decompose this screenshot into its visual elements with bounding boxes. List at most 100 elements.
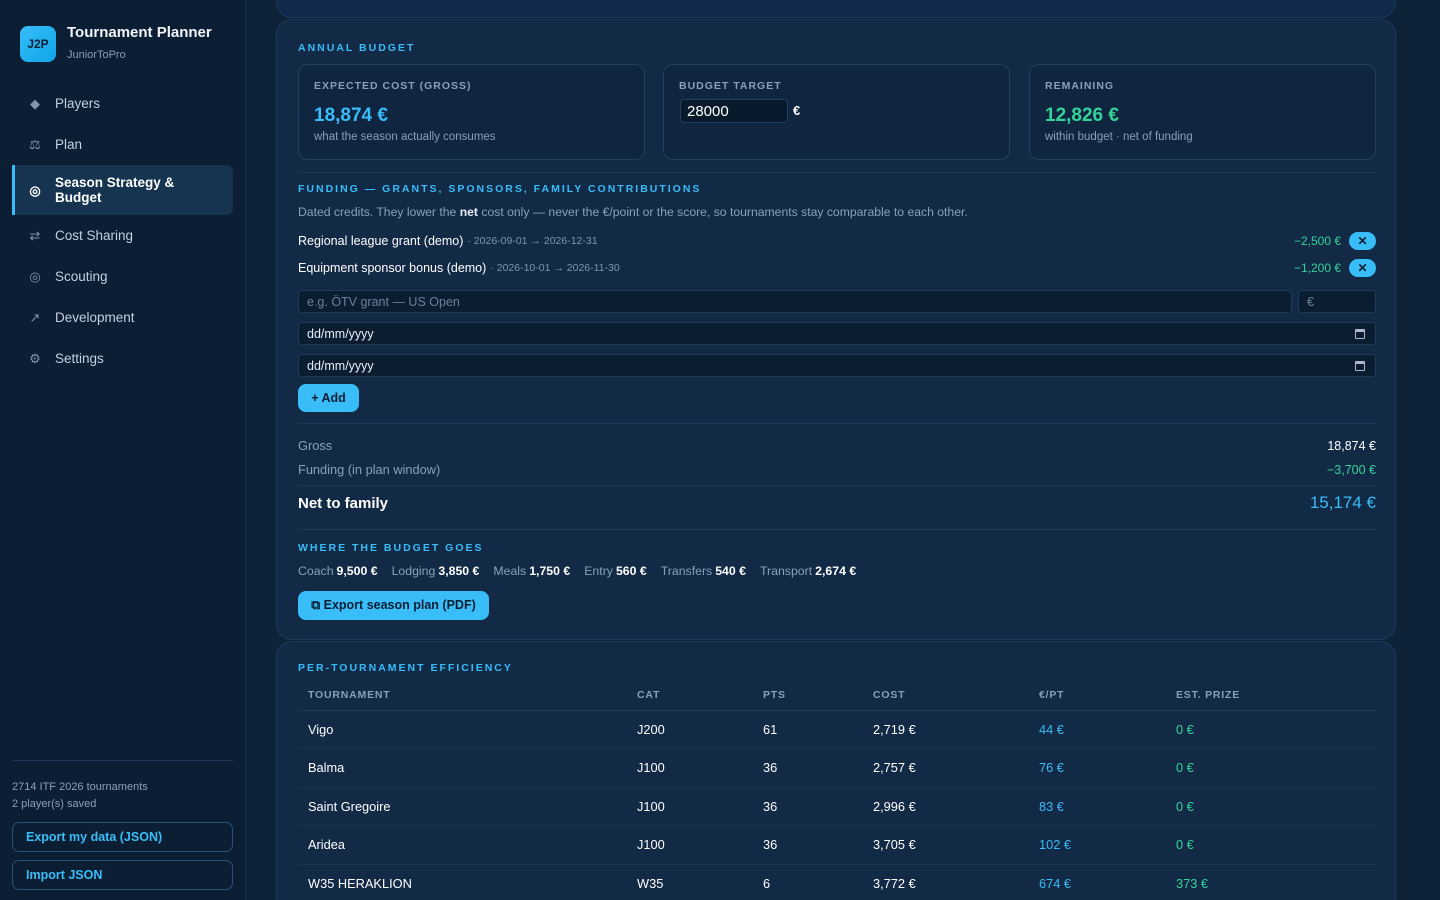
funding-start-date[interactable]: dd/mm/yyyy bbox=[298, 322, 1376, 345]
sidebar: J2P Tournament Planner JuniorToPro ◆ Pla… bbox=[0, 0, 246, 900]
add-funding-button[interactable]: + Add bbox=[298, 384, 359, 412]
funding-item: Equipment sponsor bonus (demo) · 2026-10… bbox=[298, 258, 1376, 278]
funding-dates: · 2026-10-01 → 2026-11-30 bbox=[490, 262, 620, 274]
budget-breakdown: Coach 9,500 € Lodging 3,850 € Meals 1,750 €… bbox=[298, 564, 870, 578]
stat-note: within budget · net of funding bbox=[1045, 131, 1193, 143]
cell-pts: 61 bbox=[753, 710, 863, 749]
funding-amount: −1,200 € bbox=[1293, 261, 1341, 275]
sidebar-item-players[interactable]: ◆ Players bbox=[12, 83, 233, 124]
net-value: 15,174 € bbox=[1309, 493, 1376, 512]
app-subtitle: JuniorToPro bbox=[67, 49, 126, 61]
export-json-button[interactable]: Export my data (JSON) bbox=[12, 822, 233, 852]
import-json-button[interactable]: Import JSON bbox=[12, 860, 233, 890]
net-label: Net to family bbox=[298, 494, 389, 512]
table-row[interactable]: Vigo J200 61 2,719 € 44 € 0 € bbox=[298, 710, 1376, 749]
target-icon: ◎ bbox=[29, 182, 41, 198]
funding-end-date[interactable]: dd/mm/yyyy bbox=[298, 354, 1376, 377]
funding-description: Dated credits. They lower the net cost o… bbox=[298, 205, 968, 219]
sidebar-footer: 2714 ITF 2026 tournaments 2 player(s) sa… bbox=[12, 760, 234, 890]
funding-name-input[interactable]: e.g. ÖTV grant — US Open bbox=[298, 290, 1292, 313]
sidebar-item-settings[interactable]: ⚙ Settings bbox=[12, 338, 233, 379]
table-row[interactable]: Aridea J100 36 3,705 € 102 € 0 € bbox=[298, 825, 1376, 865]
expected-cost-stat: EXPECTED COST (GROSS) 18,874 € what the … bbox=[298, 64, 645, 160]
breakdown-transport: Transport 2,674 € bbox=[759, 564, 857, 578]
funding-item: Regional league grant (demo) · 2026-09-0… bbox=[298, 231, 1376, 251]
divider bbox=[298, 172, 1376, 173]
cell-cost: 3,772 € bbox=[863, 864, 1029, 900]
export-pdf-button[interactable]: ⧉ Export season plan (PDF) bbox=[298, 591, 489, 620]
col-pts[interactable]: PTS bbox=[753, 680, 863, 711]
breakdown-title: WHERE THE BUDGET GOES bbox=[298, 542, 484, 554]
cell-tournament: Balma bbox=[298, 748, 627, 788]
swap-icon: ⇄ bbox=[29, 227, 41, 243]
stat-label: EXPECTED COST (GROSS) bbox=[314, 80, 472, 92]
cell-est-prize: 0 € bbox=[1166, 825, 1376, 865]
cell-tournament: Saint Gregoire bbox=[298, 787, 627, 826]
sidebar-item-label: Settings bbox=[55, 351, 104, 366]
diamond-icon: ◆ bbox=[30, 95, 40, 111]
budget-card: ANNUAL BUDGET EXPECTED COST (GROSS) 18,8… bbox=[276, 19, 1396, 640]
calendar-icon[interactable] bbox=[1355, 329, 1365, 339]
table-row[interactable]: Saint Gregoire J100 36 2,996 € 83 € 0 € bbox=[298, 787, 1376, 826]
budget-target-input[interactable] bbox=[680, 99, 788, 123]
sidebar-item-label: Cost Sharing bbox=[55, 228, 134, 243]
cell-eur-per-pt: 83 € bbox=[1029, 787, 1166, 826]
sidebar-item-cost-sharing[interactable]: ⇄ Cost Sharing bbox=[12, 215, 233, 256]
breakdown-transfers: Transfers 540 € bbox=[660, 564, 746, 578]
budget-target-stat: BUDGET TARGET € bbox=[663, 64, 1010, 160]
brand[interactable]: J2P Tournament Planner JuniorToPro bbox=[20, 24, 212, 62]
annual-budget-title: ANNUAL BUDGET bbox=[298, 42, 416, 54]
sidebar-item-label: Development bbox=[55, 310, 135, 325]
col-cat[interactable]: CAT bbox=[627, 680, 753, 711]
cell-est-prize: 373 € bbox=[1166, 864, 1376, 900]
table-header-row: TOURNAMENT CAT PTS COST €/PT EST. PRIZE bbox=[298, 680, 1376, 711]
efficiency-table: TOURNAMENT CAT PTS COST €/PT EST. PRIZE … bbox=[298, 680, 1376, 900]
sidebar-item-scouting[interactable]: ◎ Scouting bbox=[12, 256, 233, 297]
gross-row: Gross 18,874 € bbox=[298, 438, 1376, 453]
sidebar-item-season-strategy[interactable]: ◎ Season Strategy & Budget bbox=[12, 165, 233, 215]
delete-funding-button[interactable]: ✕ bbox=[1349, 232, 1376, 250]
table-row[interactable]: W35 HERAKLION W35 6 3,772 € 674 € 373 € bbox=[298, 864, 1376, 900]
funding-amount-input[interactable]: € bbox=[1298, 290, 1376, 313]
cell-cat: J200 bbox=[627, 710, 753, 749]
cell-pts: 36 bbox=[753, 825, 863, 865]
efficiency-card: PER-TOURNAMENT EFFICIENCY TOURNAMENT CAT… bbox=[276, 641, 1396, 900]
funding-name: Regional league grant (demo) bbox=[298, 234, 464, 248]
scale-icon: ⚖ bbox=[29, 136, 41, 152]
sidebar-item-plan[interactable]: ⚖ Plan bbox=[12, 124, 233, 165]
stat-label: BUDGET TARGET bbox=[679, 80, 782, 92]
cell-pts: 36 bbox=[753, 787, 863, 826]
sidebar-nav: ◆ Players ⚖ Plan ◎ Season Strategy & Bud… bbox=[12, 83, 233, 379]
gross-value: 18,874 € bbox=[1327, 438, 1376, 453]
col-est-prize[interactable]: EST. PRIZE bbox=[1166, 680, 1376, 711]
app-title: Tournament Planner bbox=[67, 24, 212, 41]
efficiency-title: PER-TOURNAMENT EFFICIENCY bbox=[298, 662, 513, 674]
col-tournament[interactable]: TOURNAMENT bbox=[298, 680, 627, 711]
remaining-value: 12,826 € bbox=[1045, 105, 1119, 126]
cell-cost: 3,705 € bbox=[863, 825, 1029, 865]
col-eur-per-pt[interactable]: €/PT bbox=[1029, 680, 1166, 711]
sidebar-item-label: Plan bbox=[55, 137, 83, 152]
funding-total-row: Funding (in plan window) −3,700 € bbox=[298, 462, 1376, 477]
breakdown-entry: Entry 560 € bbox=[584, 564, 647, 578]
breakdown-lodging: Lodging 3,850 € bbox=[391, 564, 480, 578]
calendar-icon[interactable] bbox=[1355, 361, 1365, 371]
remaining-stat: REMAINING 12,826 € within budget · net o… bbox=[1029, 64, 1376, 160]
divider bbox=[298, 423, 1376, 424]
net-row: Net to family 15,174 € bbox=[298, 493, 1376, 513]
stat-label: REMAINING bbox=[1045, 80, 1115, 92]
divider bbox=[298, 485, 1376, 486]
players-saved: 2 player(s) saved bbox=[12, 798, 97, 810]
gear-icon: ⚙ bbox=[29, 350, 41, 366]
delete-funding-button[interactable]: ✕ bbox=[1349, 259, 1376, 277]
funding-total-value: −3,700 € bbox=[1326, 462, 1376, 477]
cell-est-prize: 0 € bbox=[1166, 748, 1376, 788]
cell-cost: 2,757 € bbox=[863, 748, 1029, 788]
cell-est-prize: 0 € bbox=[1166, 787, 1376, 826]
sidebar-item-development[interactable]: ↗ Development bbox=[12, 297, 233, 338]
stat-note: what the season actually consumes bbox=[314, 131, 496, 143]
table-row[interactable]: Balma J100 36 2,757 € 76 € 0 € bbox=[298, 748, 1376, 788]
funding-dates: · 2026-09-01 → 2026-12-31 bbox=[467, 235, 598, 247]
col-cost[interactable]: COST bbox=[863, 680, 1029, 711]
cell-est-prize: 0 € bbox=[1166, 710, 1376, 749]
